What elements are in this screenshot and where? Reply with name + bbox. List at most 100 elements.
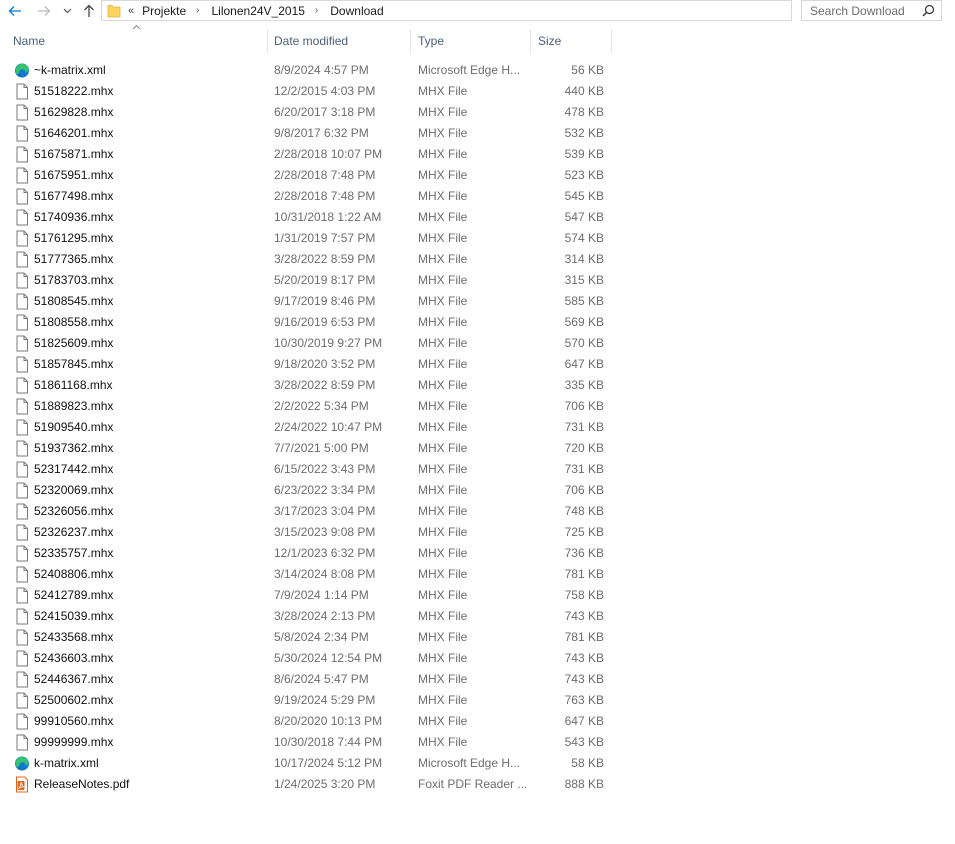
file-name: ~k-matrix.xml [34, 63, 106, 77]
column-header-size[interactable]: Size [531, 29, 612, 54]
breadcrumb-separator-icon[interactable]: › [305, 5, 330, 16]
file-date-modified: 10/30/2018 7:44 PM [274, 735, 383, 749]
file-name: 51675951.mhx [34, 168, 114, 182]
file-row[interactable]: 52412789.mhx 7/9/2024 1:14 PM MHX File 758 … [0, 585, 612, 606]
file-name: 51808545.mhx [34, 294, 114, 308]
file-type: MHX File [418, 735, 468, 749]
file-row[interactable]: 52436603.mhx 5/30/2024 12:54 PM MHX File 74… [0, 648, 612, 669]
file-row[interactable]: 51889823.mhx 2/2/2022 5:34 PM MHX File 706 … [0, 396, 612, 417]
file-row[interactable]: ReleaseNotes.pdf 1/24/2025 3:20 PM Foxit P… [0, 774, 612, 795]
chevron-down-icon [63, 8, 71, 14]
file-row[interactable]: 51808558.mhx 9/16/2019 6:53 PM MHX File 569… [0, 312, 612, 333]
file-icon [14, 524, 30, 541]
column-divider[interactable] [611, 29, 612, 54]
column-header-type[interactable]: Type [411, 29, 531, 54]
file-icon [14, 629, 30, 646]
file-row[interactable]: k-matrix.xml 10/17/2024 5:12 PM Microsoft … [0, 753, 612, 774]
edge-icon [14, 62, 30, 79]
file-size: 523 KB [564, 168, 604, 182]
file-row[interactable]: 51518222.mhx 12/2/2015 4:03 PM MHX File 440… [0, 81, 612, 102]
file-size: 440 KB [564, 84, 604, 98]
breadcrumb-item[interactable]: Projekte [142, 4, 186, 18]
search-input[interactable] [802, 1, 920, 20]
file-row[interactable]: 52500602.mhx 9/19/2024 5:29 PM MHX File 763… [0, 690, 612, 711]
forward-button[interactable] [33, 0, 55, 22]
file-row[interactable]: 52317442.mhx 6/15/2022 3:43 PM MHX File 731… [0, 459, 612, 480]
file-row[interactable]: 51677498.mhx 2/28/2018 7:48 PM MHX File 545… [0, 186, 612, 207]
file-name: 52500602.mhx [34, 693, 114, 707]
file-row[interactable]: 51629828.mhx 6/20/2017 3:18 PM MHX File 478… [0, 102, 612, 123]
file-row[interactable]: 52335757.mhx 12/1/2023 6:32 PM MHX File 736… [0, 543, 612, 564]
back-button[interactable] [4, 0, 26, 22]
file-type: MHX File [418, 378, 468, 392]
file-row[interactable]: 51675871.mhx 2/28/2018 10:07 PM MHX File 53… [0, 144, 612, 165]
file-row[interactable]: 51857845.mhx 9/18/2020 3:52 PM MHX File 647… [0, 354, 612, 375]
file-row[interactable]: 51909540.mhx 2/24/2022 10:47 PM MHX File 73… [0, 417, 612, 438]
file-type: MHX File [418, 336, 468, 350]
breadcrumb-item-current[interactable]: Download [330, 4, 383, 18]
file-row[interactable]: 51777365.mhx 3/28/2022 8:59 PM MHX File 314… [0, 249, 612, 270]
file-icon [14, 230, 30, 247]
file-row[interactable]: 52320069.mhx 6/23/2022 3:34 PM MHX File 706… [0, 480, 612, 501]
file-icon [14, 671, 30, 688]
file-row[interactable]: 52433568.mhx 5/8/2024 2:34 PM MHX File 781 … [0, 627, 612, 648]
file-type: Microsoft Edge H... [418, 756, 521, 770]
file-row[interactable]: 51825609.mhx 10/30/2019 9:27 PM MHX File 57… [0, 333, 612, 354]
file-date-modified: 2/28/2018 7:48 PM [274, 168, 376, 182]
file-row[interactable]: 99910560.mhx 8/20/2020 10:13 PM MHX File 64… [0, 711, 612, 732]
file-size: 731 KB [564, 420, 604, 434]
file-icon [14, 398, 30, 415]
file-date-modified: 5/8/2024 2:34 PM [274, 630, 369, 644]
file-row[interactable]: 52326056.mhx 3/17/2023 3:04 PM MHX File 748… [0, 501, 612, 522]
file-date-modified: 2/28/2018 10:07 PM [274, 147, 383, 161]
file-row[interactable]: 99999999.mhx 10/30/2018 7:44 PM MHX File 54… [0, 732, 612, 753]
file-size: 315 KB [564, 273, 604, 287]
file-row[interactable]: 51675951.mhx 2/28/2018 7:48 PM MHX File 523… [0, 165, 612, 186]
breadcrumb-separator-icon[interactable]: › [186, 5, 211, 16]
column-header-date-modified[interactable]: Date modified [268, 29, 411, 54]
file-row[interactable]: 52446367.mhx 8/6/2024 5:47 PM MHX File 743 … [0, 669, 612, 690]
file-icon [14, 713, 30, 730]
file-icon [14, 587, 30, 604]
file-size: 532 KB [564, 126, 604, 140]
file-name: 52317442.mhx [34, 462, 114, 476]
address-bar[interactable]: « Projekte › Lilonen24V_2015 › Download [101, 0, 889, 21]
file-row[interactable]: 51646201.mhx 9/8/2017 6:32 PM MHX File 532 … [0, 123, 612, 144]
file-list: ~k-matrix.xml 8/9/2024 4:57 PM Microsoft E… [0, 60, 612, 795]
file-name: 51777365.mhx [34, 252, 114, 266]
file-type: MHX File [418, 609, 468, 623]
file-icon [14, 125, 30, 142]
file-date-modified: 2/24/2022 10:47 PM [274, 420, 383, 434]
file-type: MHX File [418, 588, 468, 602]
sort-ascending-icon [132, 24, 141, 30]
file-date-modified: 10/17/2024 5:12 PM [274, 756, 383, 770]
folder-icon [107, 5, 121, 18]
file-row[interactable]: ~k-matrix.xml 8/9/2024 4:57 PM Microsoft E… [0, 60, 612, 81]
up-button[interactable] [78, 0, 100, 22]
file-row[interactable]: 51937362.mhx 7/7/2021 5:00 PM MHX File 720 … [0, 438, 612, 459]
file-name: 51889823.mhx [34, 399, 114, 413]
file-row[interactable]: 52408806.mhx 3/14/2024 8:08 PM MHX File 781… [0, 564, 612, 585]
file-icon [14, 566, 30, 583]
file-name: 52446367.mhx [34, 672, 114, 686]
file-row[interactable]: 52326237.mhx 3/15/2023 9:08 PM MHX File 725… [0, 522, 612, 543]
file-name: 51518222.mhx [34, 84, 114, 98]
search-icon[interactable] [922, 4, 935, 17]
breadcrumb-item[interactable]: Lilonen24V_2015 [212, 4, 305, 18]
file-row[interactable]: 51740936.mhx 10/31/2018 1:22 AM MHX File 54… [0, 207, 612, 228]
file-row[interactable]: 51861168.mhx 3/28/2022 8:59 PM MHX File 335… [0, 375, 612, 396]
recent-locations-button[interactable] [58, 0, 76, 22]
file-size: 314 KB [564, 252, 604, 266]
file-row[interactable]: 51783703.mhx 5/20/2019 8:17 PM MHX File 315… [0, 270, 612, 291]
column-header-name[interactable]: Name [0, 24, 268, 54]
file-row[interactable]: 51808545.mhx 9/17/2019 8:46 PM MHX File 585… [0, 291, 612, 312]
file-row[interactable]: 52415039.mhx 3/28/2024 2:13 PM MHX File 743… [0, 606, 612, 627]
file-size: 647 KB [564, 357, 604, 371]
file-icon [14, 251, 30, 268]
file-type: MHX File [418, 273, 468, 287]
overflow-crumbs-button[interactable]: « [128, 5, 142, 17]
file-date-modified: 7/9/2024 1:14 PM [274, 588, 369, 602]
file-type: MHX File [418, 714, 468, 728]
file-row[interactable]: 51761295.mhx 1/31/2019 7:57 PM MHX File 574… [0, 228, 612, 249]
file-size: 720 KB [564, 441, 604, 455]
